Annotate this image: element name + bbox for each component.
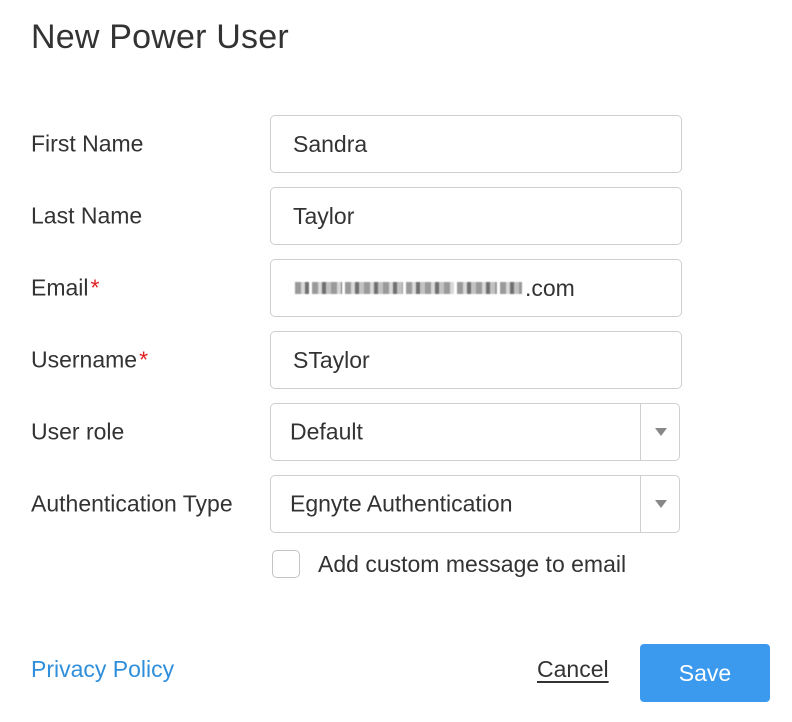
redacted-text: [500, 282, 522, 294]
required-marker: *: [139, 346, 149, 373]
username-input[interactable]: [270, 331, 682, 389]
email-label-wrap: Email*: [31, 275, 99, 302]
redacted-text: [345, 282, 403, 294]
last-name-row: Last Name: [0, 187, 792, 245]
required-marker: *: [90, 274, 100, 301]
redacted-text: [457, 282, 497, 294]
select-divider: [639, 476, 641, 532]
cancel-button[interactable]: Cancel: [537, 656, 609, 683]
save-button[interactable]: Save: [640, 644, 770, 702]
first-name-label: First Name: [31, 130, 144, 157]
first-name-row: First Name: [0, 115, 792, 173]
new-power-user-dialog: New Power User First Name Last Name Emai…: [0, 0, 792, 722]
email-row: Email* .com: [0, 259, 792, 317]
redacted-text: [295, 282, 309, 294]
dialog-title: New Power User: [31, 18, 289, 56]
authentication-type-selected-value: Egnyte Authentication: [290, 490, 513, 517]
username-label: Username: [31, 346, 138, 373]
privacy-policy-link[interactable]: Privacy Policy: [31, 656, 174, 683]
last-name-input[interactable]: [270, 187, 682, 245]
email-input[interactable]: .com: [270, 259, 682, 317]
user-role-select[interactable]: Default: [270, 403, 680, 461]
username-label-wrap: Username*: [31, 347, 148, 374]
last-name-label: Last Name: [31, 202, 143, 229]
select-divider: [639, 404, 641, 460]
chevron-down-icon[interactable]: [655, 500, 667, 508]
authentication-type-select[interactable]: Egnyte Authentication: [270, 475, 680, 533]
authentication-type-label: Authentication Type: [31, 490, 233, 517]
custom-message-option[interactable]: Add custom message to email: [272, 548, 626, 580]
redacted-text: [406, 282, 454, 294]
redacted-text: [312, 282, 342, 294]
user-role-selected-value: Default: [290, 418, 363, 445]
first-name-input[interactable]: [270, 115, 682, 173]
custom-message-checkbox[interactable]: [272, 550, 300, 578]
user-role-row: User role Default: [0, 403, 792, 461]
user-role-label: User role: [31, 418, 125, 445]
email-label: Email: [31, 274, 89, 301]
username-row: Username*: [0, 331, 792, 389]
authentication-type-row: Authentication Type Egnyte Authenticatio…: [0, 475, 792, 533]
custom-message-label: Add custom message to email: [318, 550, 627, 577]
email-domain-suffix: .com: [525, 274, 575, 301]
chevron-down-icon[interactable]: [655, 428, 667, 436]
